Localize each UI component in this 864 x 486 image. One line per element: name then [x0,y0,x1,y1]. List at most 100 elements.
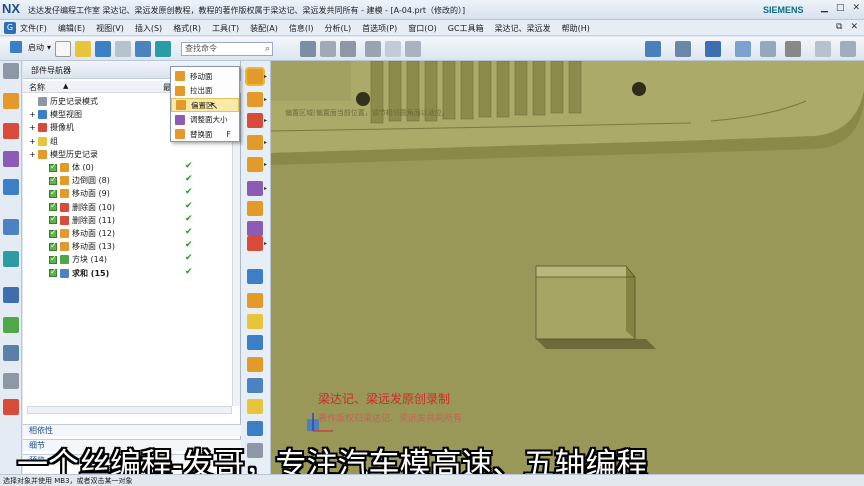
tool-icon[interactable] [385,41,401,57]
chevron-right-icon[interactable]: ▸ [264,117,267,124]
trim-body-icon[interactable] [247,399,263,414]
visibility-checkbox[interactable] [49,201,57,212]
tree-node[interactable]: + 组 [29,135,58,148]
blend-icon[interactable] [247,201,263,216]
tree-node[interactable]: 方块 (14) [49,253,107,266]
chevron-right-icon[interactable]: ▸ [264,240,267,247]
navigator-horizontal-scrollbar[interactable] [27,406,232,414]
dropdown-item[interactable]: 调整面大小 [171,113,239,127]
search-icon[interactable]: ⌕ [265,43,270,55]
sort-ascending-icon[interactable]: ▲ [63,82,68,90]
color-icon[interactable] [785,41,801,57]
tree-node[interactable]: 移动面 (13) [49,240,115,253]
tree-node[interactable]: 历史记录模式 [29,95,98,108]
history-icon[interactable] [3,287,19,303]
roles-icon[interactable] [3,399,19,415]
replace-face-icon[interactable] [247,113,263,128]
dropdown-item[interactable]: 拉出面 [171,84,239,98]
section-view-icon[interactable] [735,41,751,57]
menu-item[interactable]: 梁达记、梁远发 [495,23,551,34]
settings-icon[interactable] [3,63,19,79]
tree-node[interactable]: 删除面 (10) [49,201,115,214]
offset-region-icon[interactable] [245,67,265,86]
expand-toggle-icon[interactable]: + [29,137,38,146]
shell-icon[interactable] [247,357,263,372]
menu-item[interactable]: 信息(I) [289,23,314,34]
tree-node[interactable]: + 模型视图 [29,108,82,121]
chevron-right-icon[interactable]: ▸ [264,96,267,103]
dependencies-panel[interactable]: 相依性 [23,424,241,436]
menu-item[interactable]: 格式(R) [173,23,201,34]
graphics-viewport[interactable]: 偏置区域(偏置面当前位置，调节相邻圆角面以适应。 梁达记、梁远发原创录制 著作版… [271,61,864,474]
revolve-icon[interactable] [247,293,263,308]
orient-view-icon[interactable] [675,41,691,57]
assembly-icon[interactable] [155,41,171,57]
maximize-icon[interactable]: □ [836,3,845,13]
dropdown-item[interactable]: 偏置区 ↖ [171,98,239,112]
tree-node[interactable]: 移动面 (12) [49,227,115,240]
menu-item[interactable]: 视图(V) [96,23,124,34]
edit-icon[interactable] [365,41,381,57]
tree-node[interactable]: 求和 (15) [49,267,109,280]
tree-node[interactable]: 删除面 (11) [49,214,115,227]
menu-item[interactable]: 文件(F) [20,23,47,34]
display-icon[interactable] [815,41,831,57]
tree-node[interactable]: 边倒圆 (8) [49,174,110,187]
measure-icon[interactable] [405,41,421,57]
menu-item[interactable]: 装配(A) [250,23,278,34]
chevron-right-icon[interactable]: ▸ [264,139,267,146]
reuse-library-icon[interactable] [3,179,19,195]
tree-node[interactable]: + 摄像机 [29,121,74,134]
menu-item[interactable]: 编辑(E) [58,23,85,34]
extrude-icon[interactable] [247,269,263,284]
menu-item[interactable]: 帮助(H) [562,23,590,34]
constraint-navigator-icon[interactable] [3,151,19,167]
chevron-right-icon[interactable]: ▸ [264,73,267,80]
visibility-checkbox[interactable] [49,162,57,172]
layer-icon[interactable] [760,41,776,57]
undo-icon[interactable] [135,41,151,57]
process-studio-icon[interactable] [3,345,19,361]
sketch-icon[interactable] [300,41,316,57]
expand-toggle-icon[interactable]: + [29,123,38,132]
cut-icon[interactable] [115,41,131,57]
chamfer-icon[interactable] [247,221,263,236]
expand-toggle-icon[interactable]: + [29,150,38,159]
close-doc-icon[interactable]: ✕ [850,22,858,32]
part-navigator-icon[interactable] [3,93,19,109]
dropdown-item[interactable]: 移动面 [171,69,239,83]
pattern-icon[interactable] [247,314,263,329]
manufacturing-wizard-icon[interactable] [3,373,19,389]
dropdown-item[interactable]: 替换面 F [171,127,239,141]
tree-node[interactable]: + 模型历史记录 [29,148,98,161]
save-icon[interactable] [95,41,111,57]
tree-node[interactable]: 移动面 (9) [49,187,110,200]
system-materials-icon[interactable] [3,317,19,333]
move-face-icon[interactable] [247,135,263,150]
expand-toggle-icon[interactable]: + [29,110,38,119]
filter-icon[interactable] [840,41,856,57]
chevron-right-icon[interactable]: ▸ [264,161,267,168]
render-style-icon[interactable] [705,41,721,57]
menu-item[interactable]: 窗口(O) [408,23,437,34]
chevron-right-icon[interactable]: ▸ [264,185,267,192]
command-search-input[interactable]: 查找命令 ⌕ [181,42,273,56]
web-browser-icon[interactable] [3,251,19,267]
visibility-checkbox[interactable] [49,241,57,251]
curve-icon[interactable] [320,41,336,57]
open-folder-icon[interactable] [75,41,91,57]
visibility-checkbox[interactable] [49,175,57,185]
menu-item[interactable]: 工具(T) [212,23,239,34]
draft-icon[interactable] [247,236,263,251]
menu-item[interactable]: 分析(L) [324,23,351,34]
hd3d-icon[interactable] [3,219,19,235]
assembly-navigator-icon[interactable] [3,123,19,139]
pull-face-icon[interactable] [247,157,263,172]
delete-face-icon[interactable] [247,92,263,107]
mirror-icon[interactable] [247,335,263,350]
menu-item[interactable]: 首选项(P) [362,23,397,34]
tree-node[interactable]: 体 (0) [49,161,94,174]
visibility-checkbox[interactable] [49,267,57,278]
resize-face-icon[interactable] [247,181,263,196]
visibility-checkbox[interactable] [49,254,57,264]
